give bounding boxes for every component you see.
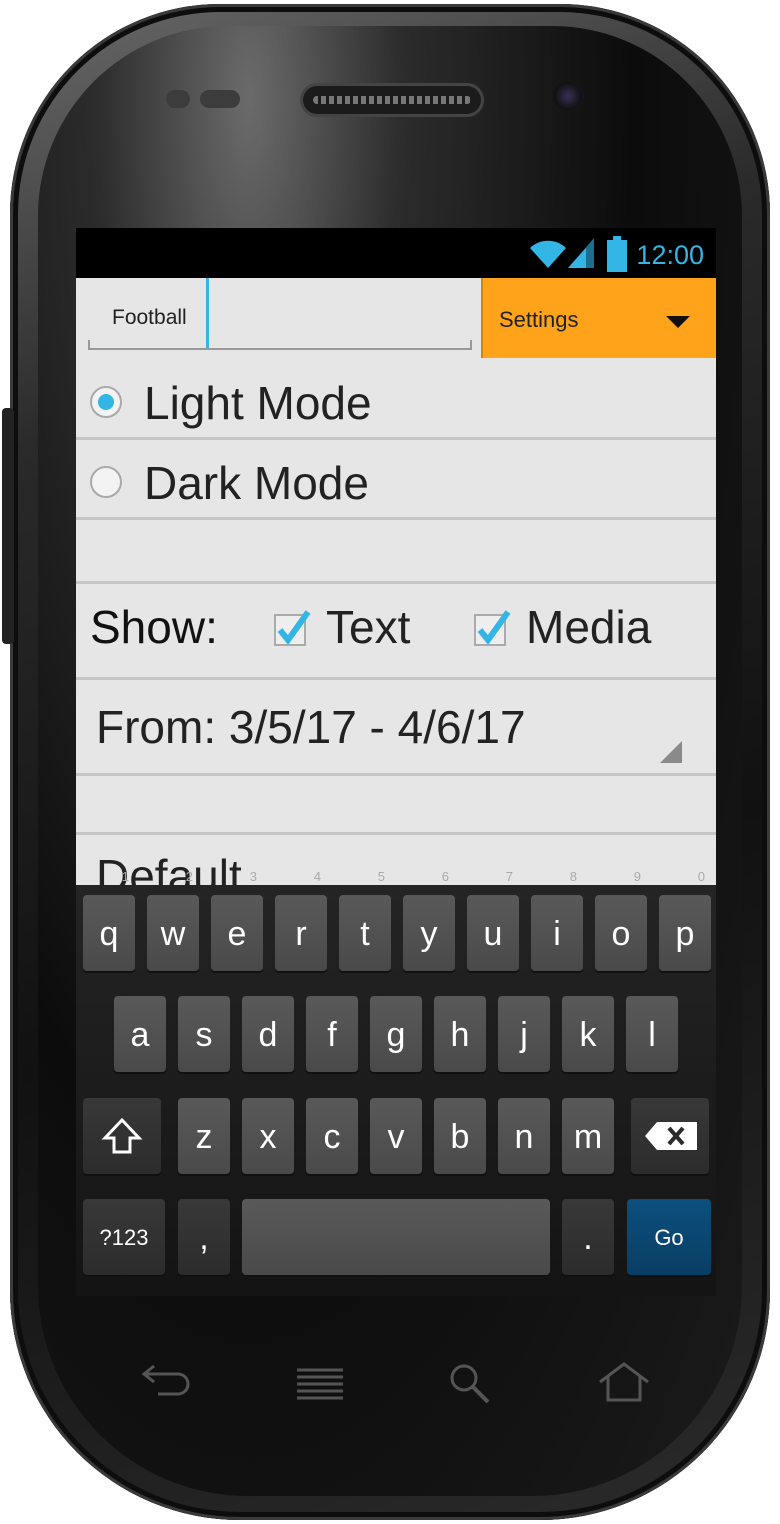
search-input-underline — [88, 340, 472, 350]
volume-button — [2, 408, 14, 644]
status-time: 12:00 — [636, 240, 704, 270]
key-r[interactable]: r4 — [275, 869, 327, 971]
show-label: Show: — [90, 601, 218, 653]
key-w[interactable]: w2 — [147, 869, 199, 971]
key-x[interactable]: x — [242, 1098, 294, 1174]
battery-icon — [607, 236, 627, 272]
backspace-icon — [645, 1122, 697, 1150]
media-checkbox[interactable] — [474, 610, 511, 646]
key-a[interactable]: a — [114, 996, 166, 1072]
wifi-icon — [530, 240, 566, 268]
radio-label-light-mode: Light Mode — [144, 377, 372, 429]
checkbox-label-media: Media — [526, 601, 652, 653]
key-p[interactable]: p0 — [659, 869, 711, 971]
shift-icon — [101, 1117, 143, 1154]
app-bar: Football Settings — [76, 278, 716, 358]
key-m[interactable]: m — [562, 1098, 614, 1174]
screen: 12:00 Football Settings Light Mode Dark … — [76, 228, 716, 1296]
key-y[interactable]: y6 — [403, 869, 455, 971]
symbols-key[interactable]: ?123 — [83, 1199, 165, 1275]
show-options-row: Show: Text Media — [76, 584, 716, 680]
settings-label: Settings — [499, 307, 579, 332]
menu-icon[interactable] — [295, 1368, 345, 1402]
shift-key[interactable] — [83, 1098, 161, 1174]
key-h[interactable]: h — [434, 996, 486, 1072]
signal-icon — [568, 238, 594, 268]
checkmark-icon — [277, 610, 311, 645]
key-d[interactable]: d — [242, 996, 294, 1072]
proximity-sensor — [166, 90, 190, 108]
date-range-spinner[interactable]: From: 3/5/17 - 4/6/17 — [76, 680, 716, 776]
key-e[interactable]: e3 — [211, 869, 263, 971]
key-n[interactable]: n — [498, 1098, 550, 1174]
settings-dropdown[interactable]: Settings — [481, 278, 716, 358]
text-checkbox[interactable] — [274, 610, 311, 646]
empty-row — [76, 520, 716, 584]
key-i[interactable]: i8 — [531, 869, 583, 971]
earpiece-speaker — [303, 86, 481, 114]
backspace-key[interactable] — [631, 1098, 709, 1174]
key-b[interactable]: b — [434, 1098, 486, 1174]
space-key[interactable] — [242, 1199, 550, 1275]
front-camera — [552, 80, 584, 112]
empty-row — [76, 776, 716, 835]
search-icon[interactable] — [448, 1362, 492, 1406]
status-bar: 12:00 — [76, 228, 716, 278]
spinner-corner-icon — [660, 741, 682, 763]
key-l[interactable]: l — [626, 996, 678, 1072]
chevron-down-icon — [666, 316, 690, 328]
radio-label-dark-mode: Dark Mode — [144, 457, 369, 509]
key-g[interactable]: g — [370, 996, 422, 1072]
home-icon[interactable] — [596, 1362, 652, 1402]
soft-keyboard: q1 w2 e3 r4 t5 y6 u7 i8 o9 p0 a s d f g … — [76, 869, 716, 1296]
period-key[interactable]: . — [562, 1199, 614, 1275]
radio-option-dark-mode[interactable]: Dark Mode — [76, 440, 716, 520]
search-input[interactable]: Football — [88, 278, 472, 350]
key-z[interactable]: z — [178, 1098, 230, 1174]
key-j[interactable]: j — [498, 996, 550, 1072]
checkmark-icon — [477, 610, 511, 645]
search-input-value: Football — [112, 306, 187, 329]
radio-option-light-mode[interactable]: Light Mode — [76, 360, 716, 440]
radio-button[interactable] — [90, 466, 122, 498]
back-icon[interactable] — [140, 1360, 190, 1400]
comma-key[interactable]: , — [178, 1199, 230, 1275]
hardware-nav-bar — [0, 1360, 780, 1410]
go-key[interactable]: Go — [627, 1199, 711, 1275]
light-sensor — [200, 90, 240, 108]
key-c[interactable]: c — [306, 1098, 358, 1174]
key-o[interactable]: o9 — [595, 869, 647, 971]
radio-button-selected[interactable] — [90, 386, 122, 418]
key-t[interactable]: t5 — [339, 869, 391, 971]
key-s[interactable]: s — [178, 996, 230, 1072]
date-range-text: From: 3/5/17 - 4/6/17 — [96, 701, 526, 753]
key-k[interactable]: k — [562, 996, 614, 1072]
checkbox-label-text: Text — [326, 601, 411, 653]
key-u[interactable]: u7 — [467, 869, 519, 971]
text-cursor — [206, 278, 209, 350]
key-v[interactable]: v — [370, 1098, 422, 1174]
key-f[interactable]: f — [306, 996, 358, 1072]
key-q[interactable]: q1 — [83, 869, 135, 971]
